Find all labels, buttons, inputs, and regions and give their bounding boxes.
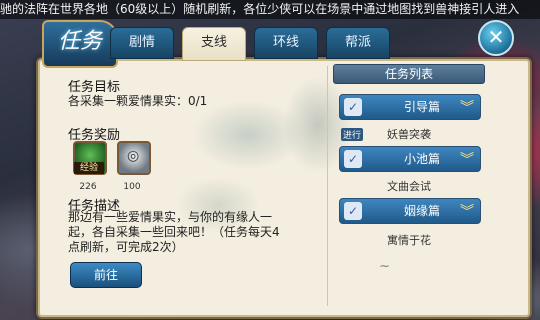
check-icon: ✓ bbox=[344, 202, 362, 220]
chevron-down-icon: ︾ bbox=[460, 100, 474, 116]
reward-coin[interactable]: ◎ bbox=[117, 141, 151, 175]
check-icon: ✓ bbox=[344, 150, 362, 168]
list-group-label: 姻缘篇 bbox=[403, 204, 440, 218]
go-button[interactable]: 前往 bbox=[70, 262, 142, 288]
reward-exp-count: 226 bbox=[79, 182, 97, 192]
tab-story[interactable]: 剧情 bbox=[110, 27, 174, 59]
list-group-label: 引导篇 bbox=[403, 100, 440, 114]
list-group-romance[interactable]: ✓ 姻缘篇 ︾ bbox=[339, 198, 481, 224]
list-group-label: 小池篇 bbox=[403, 152, 440, 166]
window-title: 任务 bbox=[42, 20, 118, 68]
check-icon: ✓ bbox=[344, 98, 362, 116]
coin-icon: ◎ bbox=[127, 148, 140, 164]
tab-side-quest[interactable]: 支线 bbox=[182, 27, 246, 61]
list-item[interactable]: 文曲会试 bbox=[339, 178, 479, 194]
chevron-down-icon: ︾ bbox=[460, 204, 474, 220]
close-icon: ✕ bbox=[487, 25, 505, 49]
goal-text: 各采集一颗爱情果实：0/1 bbox=[68, 94, 208, 108]
chevron-down-icon: ︾ bbox=[460, 152, 474, 168]
close-button[interactable]: ✕ bbox=[478, 20, 514, 56]
system-announcement: 驰的法阵在世界各地（60级以上）随机刷新，各位少侠可以在场景中通过地图找到兽神接… bbox=[0, 0, 540, 19]
reward-coin-count: 100 bbox=[123, 182, 141, 192]
reward-exp-tag: 经验 bbox=[74, 162, 104, 174]
list-item[interactable]: 寓情于花 bbox=[339, 232, 479, 248]
status-badge: 进行 bbox=[341, 128, 364, 141]
tab-guild-quest[interactable]: 帮派 bbox=[326, 27, 390, 59]
list-group-pond[interactable]: ✓ 小池篇 ︾ bbox=[339, 146, 481, 172]
tab-loop-quest[interactable]: 环线 bbox=[254, 27, 318, 59]
reward-exp[interactable]: 经验 bbox=[73, 141, 107, 175]
scroll-indicator-icon: ⁓ bbox=[380, 262, 389, 272]
task-list-title: 任务列表 bbox=[333, 64, 485, 84]
list-group-guide[interactable]: ✓ 引导篇 ︾ bbox=[339, 94, 481, 120]
desc-text: 那边有一些爱情果实，与你的有缘人一起，各自采集一些回来吧！（任务每天4点刷新，可… bbox=[68, 210, 280, 254]
